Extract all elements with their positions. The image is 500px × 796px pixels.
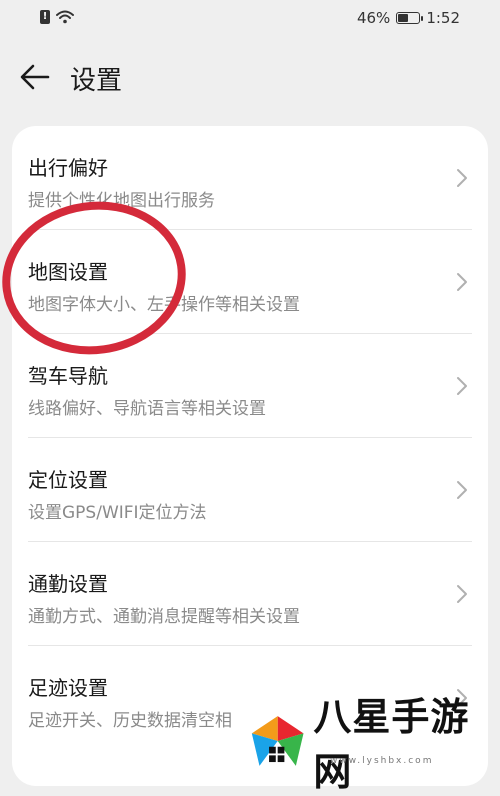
item-title: 地图设置 [28, 260, 108, 284]
watermark-text: 八星手游网 [313, 694, 470, 794]
item-subtitle: 地图字体大小、左手操作等相关设置 [28, 295, 300, 315]
page-title: 设置 [70, 66, 123, 96]
status-time: 1:52 [426, 9, 460, 27]
item-title: 定位设置 [28, 468, 108, 492]
chevron-right-icon [457, 169, 467, 187]
chevron-right-icon [457, 481, 467, 499]
settings-item-travel-preference[interactable]: 出行偏好 提供个性化地图出行服务 [12, 126, 488, 230]
wifi-icon [56, 10, 74, 24]
settings-item-location-settings[interactable]: 定位设置 设置GPS/WIFI定位方法 [12, 438, 488, 542]
chevron-right-icon [457, 377, 467, 395]
item-title: 足迹设置 [28, 676, 108, 700]
item-title: 出行偏好 [28, 156, 108, 180]
item-subtitle: 通勤方式、通勤消息提醒等相关设置 [28, 607, 300, 627]
settings-item-driving-navigation[interactable]: 驾车导航 线路偏好、导航语言等相关设置 [12, 334, 488, 438]
item-subtitle: 提供个性化地图出行服务 [28, 191, 215, 211]
status-bar: ! 46% 1:52 [0, 0, 500, 36]
status-right: 46% 1:52 [357, 9, 460, 27]
watermark-url: www.lyshbx.com [330, 756, 434, 766]
arrow-left-icon[interactable] [18, 60, 52, 94]
item-title: 通勤设置 [28, 572, 108, 596]
battery-icon [396, 12, 424, 24]
chevron-right-icon [457, 273, 467, 291]
battery-fill [398, 14, 409, 22]
item-title: 驾车导航 [28, 364, 108, 388]
sim-alert-icon: ! [40, 10, 50, 24]
item-subtitle: 足迹开关、历史数据清空相 [28, 711, 232, 731]
chevron-right-icon [457, 585, 467, 603]
item-subtitle: 线路偏好、导航语言等相关设置 [28, 399, 266, 419]
status-left: ! [40, 10, 74, 24]
header: 设置 [0, 52, 500, 100]
settings-item-commute-settings[interactable]: 通勤设置 通勤方式、通勤消息提醒等相关设置 [12, 542, 488, 646]
settings-item-map-settings[interactable]: 地图设置 地图字体大小、左手操作等相关设置 [12, 230, 488, 334]
item-subtitle: 设置GPS/WIFI定位方法 [28, 503, 207, 523]
logo-mark-icon [251, 715, 304, 766]
battery-percent: 46% [356, 9, 391, 27]
